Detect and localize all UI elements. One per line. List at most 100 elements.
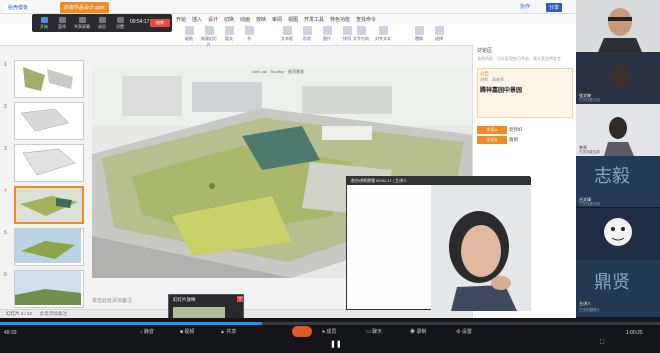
replace-icon [414,26,424,35]
tab-insert[interactable]: 插入 [192,16,202,23]
select-button[interactable]: 选择 [430,26,448,44]
camera-icon: ■ [180,329,184,335]
settings-button[interactable]: 设置 [110,17,130,30]
fullscreen-icon: ⛶ [600,340,605,346]
participant-status: 已关闭麦克风 [579,202,600,206]
mic-icon: ♪ [140,329,143,335]
record-label: 录制 [416,329,427,335]
slide-thumbnail-selected[interactable] [14,186,84,224]
tab-review[interactable]: 审阅 [272,16,282,23]
tab-slideshow[interactable]: 放映 [256,16,266,23]
settings-label-bottom: 设置 [461,329,472,335]
participant-tile[interactable]: 李秀 已关闭麦克风 [576,104,660,156]
share-button[interactable]: 分享 [546,3,563,12]
chat-button[interactable]: ▭ 聊天 [366,328,382,335]
thumb-number: 3 [4,146,7,152]
participant-tile[interactable] [576,208,660,260]
slide-thumbnail[interactable] [14,270,84,308]
pause-label: 暂停 [58,24,66,29]
section-label: 节 [247,36,251,41]
share-button-bottom[interactable]: ▲ 共享 [220,328,236,335]
system-message: 系统消息：讨论区现在已开启，请大家文明发言 [477,56,561,61]
tab-design[interactable]: 设计 [208,16,218,23]
text-direction-button[interactable]: 文字方向 [350,26,372,44]
sender-tag: 学员B [477,136,507,144]
mini-preview [173,307,225,318]
align-text-label: 对齐文本 [375,36,391,41]
text-direction-icon [356,26,366,35]
video-button[interactable]: ■ 视频 [180,328,194,335]
participant-tile[interactable] [576,0,660,52]
tab-animation[interactable]: 动画 [240,16,250,23]
tab-template[interactable]: 稻壳模板 [4,2,33,13]
play-pause-button[interactable]: ❚❚ [330,340,342,348]
members-label-bottom: 成员 [326,329,337,335]
tab-developer[interactable]: 开发工具 [304,16,324,23]
share-screen-label: 共享屏幕 [74,24,90,29]
pause-button[interactable]: 暂停 [52,17,72,30]
title-bar: 稻壳模板 前奏作品设计.pptx 协作 分享 [0,0,576,14]
start-button[interactable]: 开始 [34,17,54,30]
new-slide-button[interactable]: 新建幻灯片 [200,26,218,47]
section-icon [244,26,254,35]
discussion-header: 讨论区 [477,48,493,54]
members-button[interactable]: 成员 [92,17,112,30]
thumbnail-image [15,103,81,137]
select-icon [434,26,444,35]
paste-button[interactable]: 粘贴 [180,26,198,44]
collab-button[interactable]: 协作 [520,3,530,10]
popup-video-titlebar[interactable]: 前台讲师视频 00:51:17 | 主讲人 [347,177,531,185]
section-button[interactable]: 节 [240,26,258,44]
presentation-app-window: 稻壳模板 前奏作品设计.pptx 协作 分享 开始 插入 设计 切换 动画 放映… [0,0,576,318]
stop-recording-button[interactable]: 结束 [150,19,170,27]
shape-button[interactable]: 形状 [298,26,316,44]
settings-button-bottom[interactable]: ⚙ 设置 [456,328,472,335]
slide-thumbnail[interactable] [14,60,84,98]
tab-find-command[interactable]: 查找命令 [356,16,376,23]
replace-button[interactable]: 替换 [410,26,428,44]
tab-home[interactable]: 开始 [176,16,186,23]
hangup-button[interactable] [292,326,312,337]
slide-thumbnail[interactable] [14,228,84,266]
slide-thumbnail[interactable] [14,102,84,140]
tab-features[interactable]: 特色功能 [330,16,350,23]
announcement-card: 公告 讲师：周老师 腾祥嘉园中景园 [477,68,573,118]
meeting-recording-toolbar: 开始 暂停 共享屏幕 成员 设置 00:54:17 结束 [32,14,172,32]
tab-pptx[interactable]: 前奏作品设计.pptx [60,2,109,13]
members-button-bottom[interactable]: ● 成员 [322,328,336,335]
thumb-number: 2 [4,104,7,110]
slide-thumbnail[interactable] [14,144,84,182]
tab-view[interactable]: 视图 [288,16,298,23]
mute-button[interactable]: ♪ 静音 [140,328,154,335]
pause-icon [58,17,66,23]
close-icon[interactable]: × [237,296,243,302]
participant-tile[interactable]: 张文婷 已关闭麦克风 [576,52,660,104]
slideshow-mini-popup[interactable]: 幻灯片放映 × [168,294,244,318]
mute-label: 静音 [143,329,154,335]
recording-timer: 00:54:17 [130,19,150,25]
thumbnail-image [15,61,81,95]
presenter-video-popup[interactable]: 前台讲师视频 00:51:17 | 主讲人 [346,176,531,311]
share-screen-button[interactable]: 共享屏幕 [72,17,92,30]
slide-caption: Unit Lab · Rooftop · 屋顶景观 [252,69,305,74]
picture-button[interactable]: 图片 [318,26,336,44]
tab-transition[interactable]: 切换 [224,16,234,23]
paste-label: 粘贴 [185,36,193,41]
new-slide-icon [204,26,214,35]
participant-avatar [576,208,660,260]
people-icon: ● [322,329,326,335]
align-text-button[interactable]: 对齐文本 [372,26,394,44]
fullscreen-button[interactable]: ⛶ [600,340,604,347]
screen-share-icon [78,17,86,23]
video-label: 视频 [184,329,195,335]
align-text-icon [378,26,388,35]
playback-timeline[interactable] [0,322,660,325]
thumb-number: 5 [4,230,7,236]
elapsed-time: 49:33 [4,330,17,336]
thumb-number: 6 [4,272,7,278]
textbox-button[interactable]: 文本框 [278,26,296,44]
participant-tile[interactable]: 志毅 吕文璋 已关闭麦克风 [576,156,660,208]
record-button[interactable]: ◉ 录制 [410,328,426,335]
layout-button[interactable]: 版式 [220,26,238,44]
participant-tile[interactable]: 鼎贤 主讲人 已关闭摄像头 [576,260,660,318]
